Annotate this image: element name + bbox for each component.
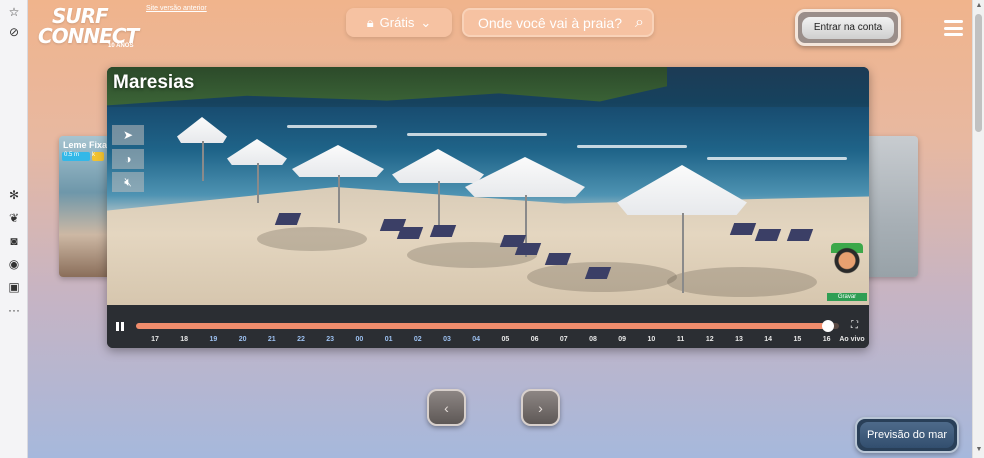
sea-forecast-label: Previsão do mar (860, 422, 954, 448)
live-label[interactable]: Ao vivo (837, 336, 867, 343)
menu-icon[interactable] (944, 20, 963, 36)
timeline-hour-02[interactable]: 02 (406, 336, 430, 343)
beach-search[interactable]: ⌕ (462, 8, 654, 37)
timeline-hour-21[interactable]: 21 (260, 336, 284, 343)
timeline-hour-16[interactable]: 16 (815, 336, 839, 343)
cam-video-frame[interactable]: Maresias ➤ ◑ 🔇︎ Gravar (107, 67, 869, 305)
chevron-down-icon: ⌄ (420, 14, 432, 30)
app-icon[interactable]: ◙ (4, 231, 24, 251)
cam-card-leme-fixa[interactable]: Leme Fixa 0.5 m k (59, 136, 111, 277)
player-controls: ⛶ 17 18 19 20 21 22 23 00 01 02 03 04 05 06 07 08 09 10 11… (107, 305, 869, 348)
paw-icon[interactable]: ❦ (4, 208, 24, 228)
login-button[interactable]: Entrar na conta (795, 9, 901, 46)
cam-player[interactable]: Maresias ➤ ◑ 🔇︎ Gravar ⛶ 17 18 19 20 21 22 23 0… (107, 67, 869, 348)
extra-badge: k (92, 152, 104, 161)
timeline-hour-18[interactable]: 18 (172, 336, 196, 343)
timeline-hour-09[interactable]: 09 (610, 336, 634, 343)
flower-icon[interactable]: ✻ (4, 185, 24, 205)
more-icon[interactable]: ··· (4, 300, 24, 320)
timeline-hour-15[interactable]: 15 (785, 336, 809, 343)
timeline-hour-04[interactable]: 04 (464, 336, 488, 343)
timeline-hour-20[interactable]: 20 (231, 336, 255, 343)
timeline-hour-01[interactable]: 01 (377, 336, 401, 343)
pause-icon[interactable] (116, 322, 125, 331)
record-label: Gravar (827, 293, 867, 301)
cam-card-title: Leme Fixa (63, 140, 108, 150)
surfconnect-logo[interactable]: SURF CONNECT 10 ANOS (38, 6, 148, 54)
timeline-slider[interactable] (136, 320, 839, 332)
timeline-hour-23[interactable]: 23 (318, 336, 342, 343)
page-scrollbar[interactable]: ▲ ▼ (972, 0, 984, 458)
scroll-down-icon[interactable]: ▼ (975, 446, 983, 453)
timeline-hour-06[interactable]: 06 (523, 336, 547, 343)
timeline-hour-07[interactable]: 07 (552, 336, 576, 343)
timeline-hour-22[interactable]: 22 (289, 336, 313, 343)
compass-icon[interactable]: ⊘ (4, 22, 24, 42)
carousel-next-button[interactable]: › (521, 389, 560, 426)
timeline-hour-05[interactable]: 05 (493, 336, 517, 343)
record-mascot-icon (831, 243, 863, 287)
logo-anniversary: 10 ANOS (108, 43, 134, 49)
wave-height-badge: 0.5 m (62, 152, 90, 161)
timeline-knob[interactable] (822, 320, 835, 332)
timeline-hour-19[interactable]: 19 (201, 336, 225, 343)
timeline-hour-11[interactable]: 11 (669, 336, 693, 343)
timeline-hour-12[interactable]: 12 (698, 336, 722, 343)
timeline-hour-13[interactable]: 13 (727, 336, 751, 343)
timeline-hour-14[interactable]: 14 (756, 336, 780, 343)
timeline-hour-10[interactable]: 10 (639, 336, 663, 343)
record-button[interactable]: Gravar (827, 243, 867, 301)
lock-icon: 🔒︎ (366, 14, 374, 30)
plan-label: Grátis (379, 15, 415, 30)
search-input[interactable] (478, 10, 628, 35)
cam-title: Maresias (113, 72, 195, 93)
login-label: Entrar na conta (802, 16, 894, 39)
search-icon[interactable]: ⌕ (635, 14, 644, 32)
plan-dropdown[interactable]: 🔒︎ Grátis ⌄ (346, 8, 452, 37)
fullscreen-icon[interactable]: ⛶ (851, 321, 861, 331)
logo-line-1: SURF (52, 4, 109, 28)
cam-card-next[interactable] (862, 136, 918, 277)
old-version-link[interactable]: Site versão anterior (146, 5, 207, 12)
timeline-progress (136, 323, 829, 329)
whatsapp-icon[interactable]: ◉ (4, 254, 24, 274)
carousel-prev-button[interactable]: ‹ (427, 389, 466, 426)
star-icon[interactable]: ☆ (4, 2, 24, 22)
timeline-hour-03[interactable]: 03 (435, 336, 459, 343)
mute-icon[interactable]: 🔇︎ (112, 172, 144, 192)
scroll-thumb[interactable] (975, 14, 982, 132)
compare-icon[interactable]: ◑ (112, 149, 144, 169)
timeline-hour-08[interactable]: 08 (581, 336, 605, 343)
timeline-hour-00[interactable]: 00 (347, 336, 371, 343)
browser-sidebar: ☆ ⊘ ✻ ❦ ◙ ◉ ▣ ··· (0, 0, 28, 458)
share-icon[interactable]: ➤ (112, 125, 144, 145)
scroll-up-icon[interactable]: ▲ (975, 2, 983, 9)
timeline-hour-17[interactable]: 17 (143, 336, 167, 343)
instagram-icon[interactable]: ▣ (4, 277, 24, 297)
sea-forecast-button[interactable]: Previsão do mar (855, 417, 959, 453)
